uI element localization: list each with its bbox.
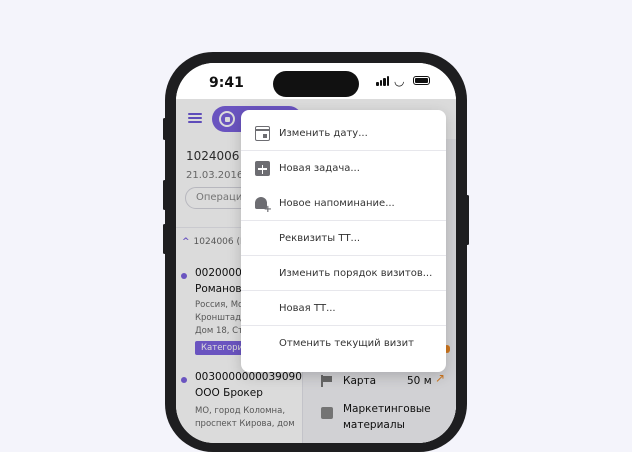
menu-item-label: Изменить дату... bbox=[279, 128, 368, 139]
menu-item-new-task[interactable]: Новая задача... bbox=[241, 151, 446, 186]
bell-plus-icon bbox=[255, 197, 272, 215]
menu-item-label: Изменить порядок визитов... bbox=[279, 268, 433, 279]
signal-icon bbox=[376, 76, 390, 86]
battery-icon bbox=[413, 76, 430, 85]
menu-item-cancel-visit[interactable]: Отменить текущий визит bbox=[241, 326, 446, 361]
menu-item-label: Отменить текущий визит bbox=[279, 338, 414, 349]
status-bar: 9:41 ◡ bbox=[176, 63, 456, 99]
menu-item-label: Реквизиты ТТ... bbox=[279, 233, 361, 244]
menu-item-new-reminder[interactable]: Новое напоминание... bbox=[241, 186, 446, 221]
menu-item-reorder-visits[interactable]: Изменить порядок визитов... bbox=[241, 256, 446, 291]
menu-item-outlet-details[interactable]: Реквизиты ТТ... bbox=[241, 221, 446, 256]
menu-item-label: Новая ТТ... bbox=[279, 303, 336, 314]
calendar-icon bbox=[255, 126, 270, 141]
dynamic-island bbox=[273, 71, 359, 97]
context-menu: Изменить дату... Новая задача... Новое н… bbox=[241, 110, 446, 372]
status-time: 9:41 bbox=[209, 75, 244, 91]
add-task-icon bbox=[255, 161, 270, 176]
menu-item-label: Новое напоминание... bbox=[279, 198, 395, 209]
menu-item-change-date[interactable]: Изменить дату... bbox=[241, 116, 446, 151]
menu-item-label: Новая задача... bbox=[279, 163, 360, 174]
wifi-icon: ◡ bbox=[394, 74, 405, 88]
menu-item-new-outlet[interactable]: Новая ТТ... bbox=[241, 291, 446, 326]
